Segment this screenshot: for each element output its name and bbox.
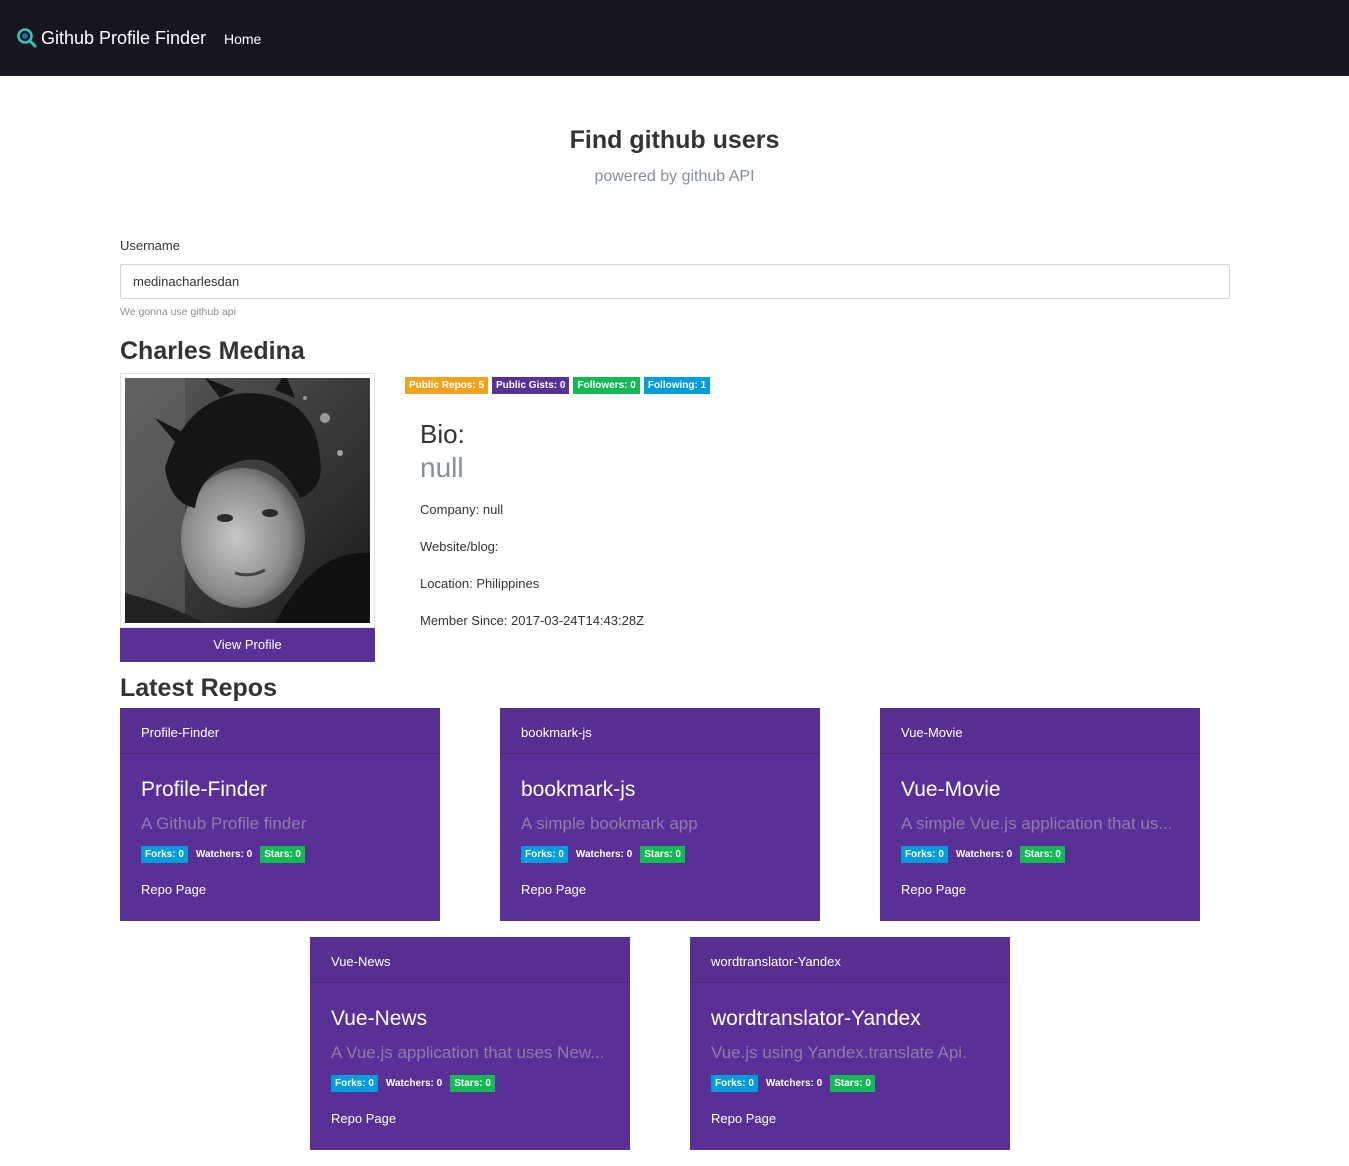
watchers-badge: Watchers: 0 <box>955 849 1013 860</box>
forks-badge: Forks: 0 <box>521 846 568 863</box>
forks-badge: Forks: 0 <box>711 1075 758 1092</box>
stars-badge: Stars: 0 <box>640 846 685 863</box>
repo-card-badges: Forks: 0 Watchers: 0 Stars: 0 <box>331 1075 499 1092</box>
avatar-frame <box>120 373 375 628</box>
forks-badge: Forks: 0 <box>901 846 948 863</box>
repo-card-header: Profile-Finder <box>120 708 440 754</box>
nav-home-link[interactable]: Home <box>224 31 261 48</box>
company-info: Company: null <box>420 502 504 517</box>
forks-badge: Forks: 0 <box>331 1075 378 1092</box>
repo-card: Vue-Movie Vue-Movie A simple Vue.js appl… <box>880 708 1200 921</box>
repo-card-description: A simple bookmark app <box>521 814 698 833</box>
website-info: Website/blog: <box>420 539 499 554</box>
watchers-badge: Watchers: 0 <box>195 849 253 860</box>
repo-card-badges: Forks: 0 Watchers: 0 Stars: 0 <box>711 1075 879 1092</box>
repo-card-title: Vue-Movie <box>901 778 1001 801</box>
page-title: Find github users <box>569 126 780 154</box>
repo-page-link[interactable]: Repo Page <box>331 1111 396 1127</box>
repo-page-link[interactable]: Repo Page <box>901 882 966 898</box>
repo-card-badges: Forks: 0 Watchers: 0 Stars: 0 <box>521 846 689 863</box>
repo-card-description: A Vue.js application that uses New... <box>331 1043 605 1062</box>
stars-badge: Stars: 0 <box>1020 846 1065 863</box>
username-input[interactable] <box>120 264 1230 299</box>
repo-card-header: Vue-News <box>310 937 630 983</box>
watchers-badge: Watchers: 0 <box>385 1078 443 1089</box>
repo-card: Profile-Finder Profile-Finder A Github P… <box>120 708 440 921</box>
repo-card-badges: Forks: 0 Watchers: 0 Stars: 0 <box>141 846 309 863</box>
repo-card-badges: Forks: 0 Watchers: 0 Stars: 0 <box>901 846 1069 863</box>
repo-card: Vue-News Vue-News A Vue.js application t… <box>310 937 630 1150</box>
repo-page-link[interactable]: Repo Page <box>521 882 586 898</box>
location-info: Location: Philippines <box>420 576 540 591</box>
repo-card-description: Vue.js using Yandex.translate Api. <box>711 1043 967 1062</box>
username-label: Username <box>120 238 180 253</box>
profile-name: Charles Medina <box>120 337 305 365</box>
repo-card-header: Vue-Movie <box>880 708 1200 754</box>
member-since-info: Member Since: 2017-03-24T14:43:28Z <box>420 613 645 628</box>
repo-card-title: wordtranslator-Yandex <box>711 1007 921 1030</box>
repo-card-title: Profile-Finder <box>141 778 268 801</box>
public-repos-badge: Public Repos: 5 <box>405 377 489 394</box>
repo-card: bookmark-js bookmark-js A simple bookmar… <box>500 708 820 921</box>
repo-card-header: bookmark-js <box>500 708 820 754</box>
repo-card-description: A simple Vue.js application that us... <box>901 814 1173 833</box>
repo-card-title: Vue-News <box>331 1007 428 1030</box>
page-subtitle: powered by github API <box>594 168 755 185</box>
search-icon <box>16 27 38 49</box>
public-gists-badge: Public Gists: 0 <box>492 377 570 394</box>
stars-badge: Stars: 0 <box>450 1075 495 1092</box>
repo-page-link[interactable]: Repo Page <box>141 882 206 898</box>
followers-badge: Followers: 0 <box>573 377 640 394</box>
bio-value: null <box>420 452 464 483</box>
stars-badge: Stars: 0 <box>830 1075 875 1092</box>
view-profile-button[interactable]: View Profile <box>120 628 375 662</box>
latest-repos-title: Latest Repos <box>120 674 277 702</box>
forks-badge: Forks: 0 <box>141 846 188 863</box>
bio-label: Bio: <box>420 419 465 449</box>
navbar: Github Profile Finder Home <box>0 0 1349 76</box>
watchers-badge: Watchers: 0 <box>765 1078 823 1089</box>
repo-page-link[interactable]: Repo Page <box>711 1111 776 1127</box>
brand-link[interactable]: Github Profile Finder <box>16 27 206 49</box>
brand-text: Github Profile Finder <box>41 28 207 48</box>
username-help-text: We gonna use github api <box>120 306 236 318</box>
repo-card-description: A Github Profile finder <box>141 814 307 833</box>
avatar <box>125 378 370 623</box>
repo-card-title: bookmark-js <box>521 778 636 801</box>
repo-card-header: wordtranslator-Yandex <box>690 937 1010 983</box>
watchers-badge: Watchers: 0 <box>575 849 633 860</box>
following-badge: Following: 1 <box>643 377 711 394</box>
profile-badges: Public Repos: 5 Public Gists: 0 Follower… <box>405 377 714 394</box>
repo-card: wordtranslator-Yandex wordtranslator-Yan… <box>690 937 1010 1150</box>
stars-badge: Stars: 0 <box>260 846 305 863</box>
